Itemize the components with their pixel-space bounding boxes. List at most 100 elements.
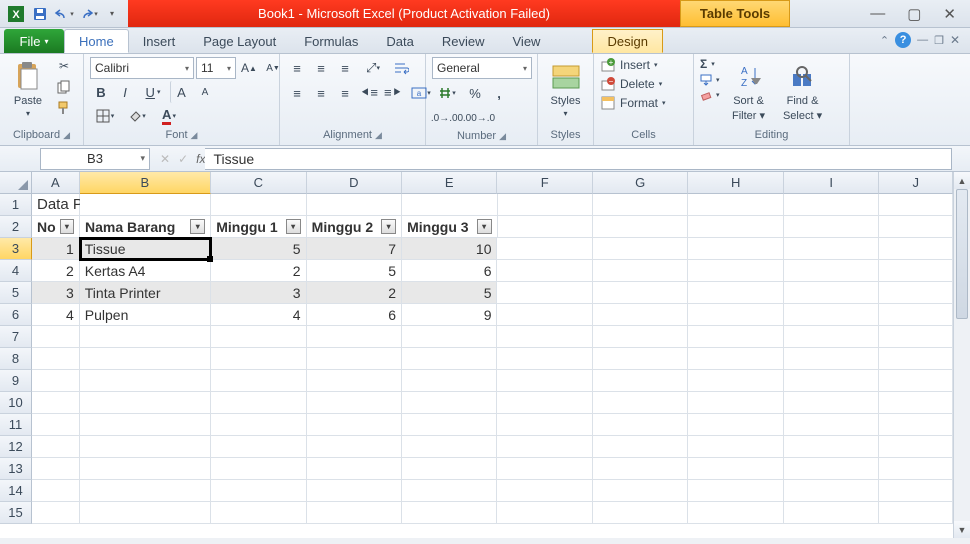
align-right-icon[interactable]: ≡ [334,82,356,104]
cancel-formula-icon[interactable]: ✕ [160,152,170,166]
cell[interactable]: Minggu 2▾ [307,216,402,238]
cell[interactable] [784,414,879,436]
cell[interactable]: 3 [211,282,306,304]
decrease-font-alt-icon[interactable]: A [194,81,216,103]
filter-button[interactable]: ▾ [286,219,301,234]
cell[interactable]: 2 [307,282,402,304]
cell[interactable] [688,216,783,238]
cell[interactable] [784,480,879,502]
cell[interactable] [497,326,592,348]
decrease-decimal-icon[interactable]: .00→.0 [464,107,494,129]
cell[interactable] [402,392,497,414]
underline-button[interactable]: U▾ [138,81,168,103]
close-button[interactable]: ✕ [943,5,956,23]
cell[interactable] [497,282,592,304]
cell[interactable] [688,436,783,458]
cell[interactable] [498,216,593,238]
cell[interactable] [879,304,953,326]
qat-customize-icon[interactable]: ▾ [102,4,122,24]
cell[interactable]: 2 [211,260,306,282]
cell[interactable] [211,348,306,370]
column-header-A[interactable]: A [32,172,80,194]
cell[interactable] [688,282,783,304]
column-header-C[interactable]: C [211,172,306,194]
cell[interactable] [879,282,953,304]
cell[interactable] [879,194,953,216]
tab-design[interactable]: Design [592,29,662,53]
cell[interactable] [593,392,688,414]
row-header-5[interactable]: 5 [0,282,32,304]
borders-button[interactable]: ▾ [90,105,120,127]
cell[interactable] [784,326,879,348]
cell[interactable]: 4 [211,304,306,326]
cell[interactable] [879,480,953,502]
cell[interactable] [307,392,402,414]
cell[interactable] [688,392,783,414]
cell[interactable] [32,458,80,480]
cell[interactable]: 3 [32,282,80,304]
row-header-4[interactable]: 4 [0,260,32,282]
wrap-text-icon[interactable] [390,57,412,79]
cell[interactable]: Kertas A4 [80,260,211,282]
cell[interactable] [402,436,497,458]
tab-insert[interactable]: Insert [129,29,190,53]
filter-button[interactable]: ▾ [381,219,396,234]
cell[interactable]: Data Pembelian [32,194,80,216]
cell[interactable] [211,414,306,436]
cell[interactable] [784,370,879,392]
cell[interactable] [402,194,497,216]
cell[interactable] [307,348,402,370]
accounting-format-icon[interactable]: ▾ [432,82,462,104]
cell[interactable] [402,458,497,480]
help-icon[interactable]: ? [895,32,911,48]
bold-button[interactable]: B [90,81,112,103]
row-header-11[interactable]: 11 [0,414,32,436]
filter-button[interactable]: ▾ [60,219,74,234]
font-name-combo[interactable]: Calibri▾ [90,57,194,79]
scroll-thumb[interactable] [956,189,968,319]
number-dialog-launcher[interactable]: ◢ [499,131,506,142]
autosum-button[interactable]: Σ▾ [700,57,720,71]
cell[interactable] [688,370,783,392]
cell[interactable] [497,304,592,326]
tab-page-layout[interactable]: Page Layout [189,29,290,53]
cell[interactable] [593,502,688,524]
cell[interactable] [80,458,211,480]
tab-review[interactable]: Review [428,29,499,53]
cell[interactable]: 5 [211,238,306,260]
vertical-scrollbar[interactable]: ▲ ▼ [953,172,970,538]
cell[interactable] [307,194,402,216]
align-bottom-icon[interactable]: ≡ [334,57,356,79]
cell[interactable] [307,414,402,436]
cell[interactable] [80,370,211,392]
cell[interactable] [402,326,497,348]
cell[interactable] [593,326,688,348]
find-select-button[interactable]: Find &Select ▾ [778,57,828,122]
cell[interactable] [211,194,306,216]
row-header-1[interactable]: 1 [0,194,32,216]
file-tab[interactable]: File▾ [4,29,64,53]
number-format-combo[interactable]: General▾ [432,57,532,79]
fill-handle[interactable] [207,256,213,262]
row-header-2[interactable]: 2 [0,216,32,238]
cell[interactable] [879,348,953,370]
cell[interactable] [80,414,211,436]
cell[interactable] [879,458,953,480]
column-header-B[interactable]: B [80,172,211,194]
row-header-7[interactable]: 7 [0,326,32,348]
cell[interactable]: 4 [32,304,80,326]
cell[interactable]: 1 [32,238,80,260]
filter-button[interactable]: ▾ [190,219,205,234]
sort-filter-button[interactable]: AZ Sort &Filter ▾ [724,57,774,122]
grow-font-icon[interactable]: A▲ [238,57,260,79]
cell[interactable]: Pulpen [80,304,211,326]
undo-icon[interactable]: ▾ [54,4,74,24]
increase-font-alt-icon[interactable]: A [170,81,192,103]
cell[interactable] [593,458,688,480]
cell[interactable] [879,370,953,392]
fill-button[interactable]: ▾ [700,74,720,86]
cell[interactable] [784,458,879,480]
doc-close-icon[interactable]: ✕ [950,33,960,47]
cell[interactable] [688,480,783,502]
cell[interactable] [593,370,688,392]
